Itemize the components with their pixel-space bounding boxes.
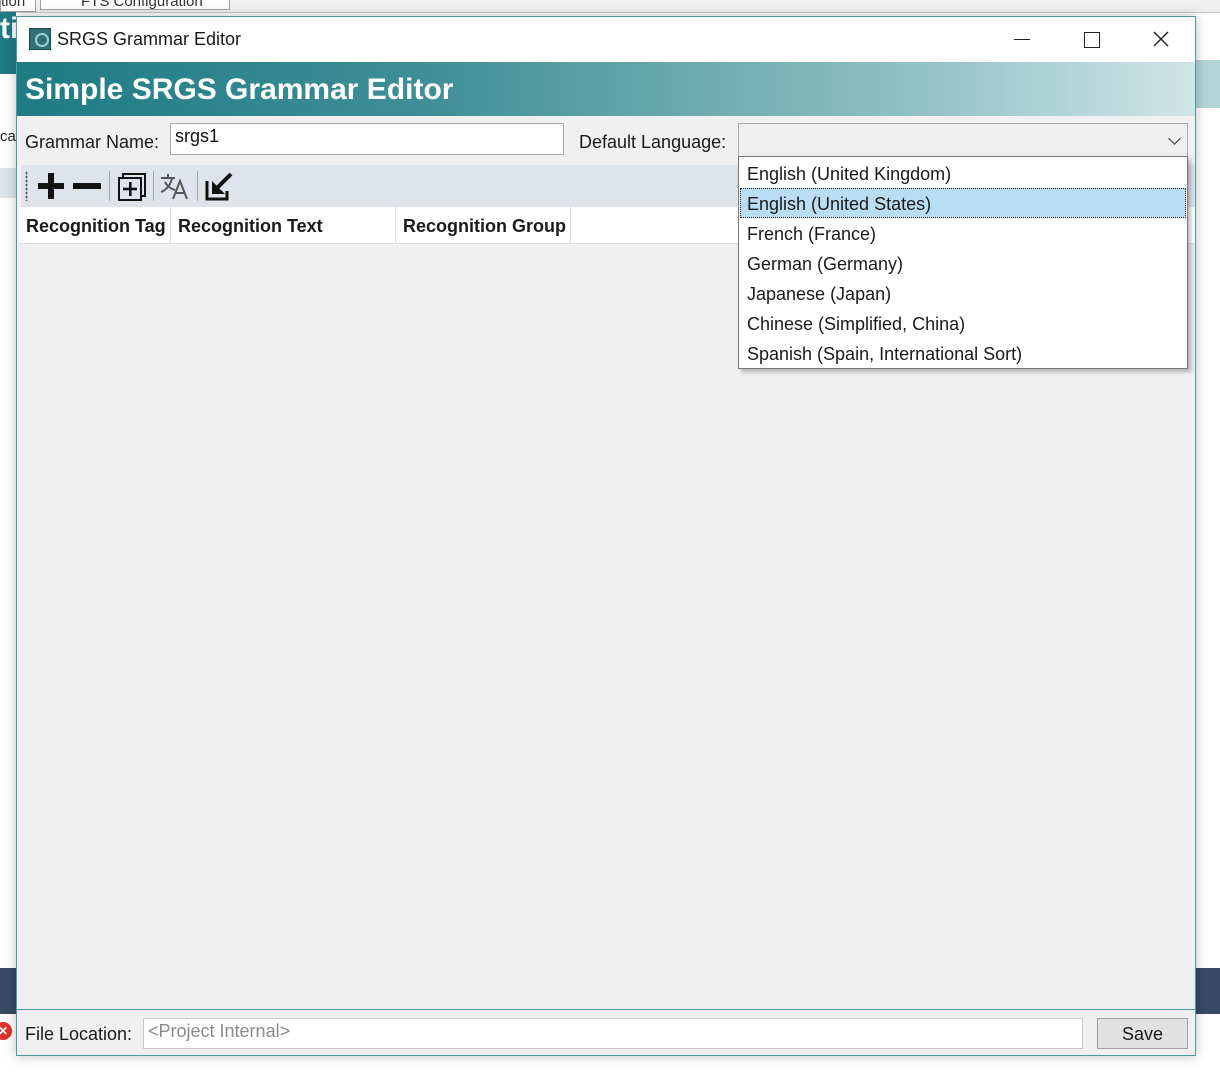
file-location-label: File Location: (25, 1024, 133, 1044)
language-option-selected[interactable]: English (United States) (740, 188, 1186, 218)
minimize-icon (1014, 39, 1030, 40)
grammar-name-label: Grammar Name: (25, 132, 160, 152)
default-language-label: Default Language: (579, 132, 727, 152)
toolbar-separator (153, 171, 154, 201)
background-tab-fts-configuration[interactable]: FTS Configuration (40, 0, 230, 10)
close-button[interactable] (1127, 17, 1195, 62)
background-panel (0, 968, 16, 1014)
background-banner-text: ti (0, 12, 16, 45)
close-icon (1153, 31, 1169, 47)
chevron-down-icon (1168, 132, 1181, 145)
app-icon (29, 28, 51, 50)
background-banner: ti (0, 12, 16, 74)
toolbar-grip-icon[interactable] (25, 171, 28, 201)
background-toolbar (0, 168, 16, 198)
add-icon (38, 173, 64, 199)
maximize-icon (1084, 32, 1100, 48)
maximize-button[interactable] (1057, 17, 1125, 62)
error-icon: ✕ (0, 1022, 12, 1040)
add-button[interactable] (33, 169, 69, 203)
background-tab-label: FTS Configuration (81, 0, 203, 10)
language-dropdown-list: English (United Kingdom) English (United… (738, 156, 1188, 369)
save-button[interactable]: Save (1097, 1018, 1188, 1049)
language-option[interactable]: German (Germany) (740, 248, 1186, 278)
add-group-button[interactable] (113, 169, 149, 203)
toolbar-separator (109, 171, 110, 201)
title-bar[interactable]: SRGS Grammar Editor (17, 17, 1195, 62)
translate-button[interactable] (157, 169, 193, 203)
remove-button[interactable] (69, 169, 105, 203)
window-title: SRGS Grammar Editor (57, 29, 242, 49)
file-location-input[interactable] (143, 1018, 1083, 1049)
language-option[interactable]: Chinese (Simplified, China) (740, 308, 1186, 338)
remove-icon (73, 183, 101, 189)
background-tab[interactable]: tion (0, 0, 36, 12)
language-option[interactable]: Spanish (Spain, International Sort) (740, 338, 1186, 368)
import-icon (205, 172, 233, 201)
header-banner: Simple SRGS Grammar Editor (17, 62, 1195, 116)
divider (17, 1009, 1195, 1010)
language-option[interactable]: French (France) (740, 218, 1186, 248)
column-header-recognition-group[interactable]: Recognition Group (396, 207, 571, 243)
background-label: cal (0, 128, 16, 145)
toolbar-separator (197, 171, 198, 201)
import-button[interactable] (201, 169, 237, 203)
language-option[interactable]: English (United Kingdom) (740, 158, 1186, 188)
column-header-recognition-tag[interactable]: Recognition Tag (19, 207, 171, 243)
translate-icon (160, 174, 188, 200)
add-group-icon (118, 173, 146, 201)
background-panel (1196, 968, 1220, 1014)
column-header-recognition-text[interactable]: Recognition Text (171, 207, 396, 243)
page-title: Simple SRGS Grammar Editor (25, 73, 454, 106)
grammar-name-input[interactable] (170, 123, 564, 155)
language-option[interactable]: Japanese (Japan) (740, 278, 1186, 308)
background-banner-right (1196, 60, 1220, 108)
default-language-select[interactable] (738, 123, 1188, 157)
background-tab-label: tion (1, 0, 26, 10)
minimize-button[interactable] (987, 17, 1055, 62)
